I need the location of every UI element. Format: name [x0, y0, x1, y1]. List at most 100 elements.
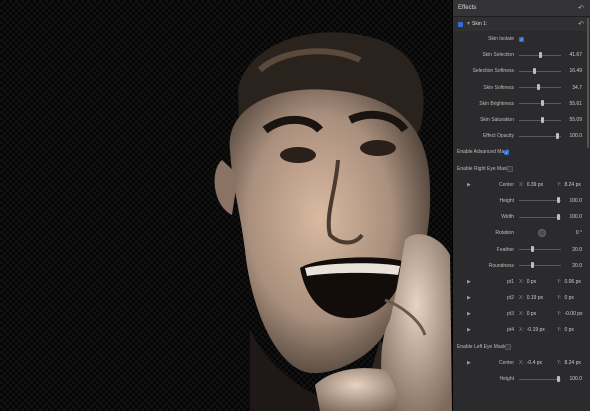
parameter-slider[interactable] — [519, 100, 561, 107]
slider-thumb[interactable] — [557, 197, 560, 204]
right-eye-feather-row: Feather 20.0 — [453, 241, 590, 257]
center-x-field[interactable]: X: -0.4 px — [519, 360, 542, 366]
slider-thumb[interactable] — [531, 262, 534, 269]
slider-label: Skin Saturation — [480, 117, 514, 124]
slider-label: Effect Opacity — [482, 133, 514, 140]
effects-inspector: Effects ↶ ▼ Skin 1: ↶ Skin Isolate ✓ Ski… — [452, 0, 590, 411]
slider-thumb[interactable] — [541, 100, 544, 107]
slider-thumb[interactable] — [556, 132, 559, 139]
skin-isolate-checkbox[interactable]: ✓ — [519, 36, 524, 42]
disclosure-triangle-icon[interactable]: ▶ — [467, 360, 471, 366]
height-label: Height — [499, 376, 514, 383]
slider-thumb[interactable] — [533, 67, 536, 74]
disclosure-triangle-icon[interactable]: ▶ — [467, 311, 471, 317]
left-eye-height-row: Height 100.0 — [453, 371, 590, 387]
point-x-field[interactable]: X: 0 px — [519, 279, 536, 285]
section-title: Skin 1: — [472, 21, 488, 27]
center-y-field[interactable]: Y: 8.24 px — [557, 360, 581, 366]
parameter-slider[interactable] — [519, 51, 561, 58]
enable-advanced-mask-row: Enable Advanced Mask ✓ — [453, 144, 590, 160]
disclosure-triangle-icon[interactable]: ▶ — [467, 182, 471, 188]
disclosure-triangle-icon[interactable]: ▶ — [467, 279, 471, 285]
slider-thumb[interactable] — [541, 116, 544, 123]
center-x-field[interactable]: X: 0.39 px — [519, 182, 543, 188]
point-y-field[interactable]: Y: -0.00 px — [557, 311, 583, 317]
video-viewer[interactable] — [0, 0, 452, 411]
feather-label: Feather — [496, 246, 514, 253]
inspector-scrollbar[interactable] — [587, 18, 589, 148]
slider-value[interactable]: 55.61 — [569, 101, 582, 107]
slider-label: Skin Brightness — [479, 100, 514, 107]
height-slider[interactable] — [519, 375, 561, 382]
enable-right-eye-mask-label: Enable Right Eye Mask — [457, 165, 509, 172]
roundness-value[interactable]: 20.0 — [572, 263, 582, 269]
parameter-slider[interactable] — [519, 84, 561, 91]
height-value[interactable]: 100.0 — [569, 376, 582, 382]
parameter-slider[interactable] — [519, 67, 561, 74]
enable-advanced-mask-label: Enable Advanced Mask — [457, 149, 510, 156]
slider-value[interactable]: 41.67 — [569, 52, 582, 58]
roundness-slider[interactable] — [519, 262, 561, 269]
center-label: Center — [498, 181, 514, 188]
feather-slider[interactable] — [519, 246, 561, 253]
point-y-field[interactable]: Y: 0 px — [557, 327, 574, 333]
reset-section-icon[interactable]: ↶ — [578, 20, 584, 28]
point-x-field[interactable]: X: 0.19 px — [519, 295, 543, 301]
slider-value[interactable]: 34.7 — [572, 85, 582, 91]
height-label: Height — [499, 197, 514, 204]
enable-left-eye-mask-label: Enable Left Eye Mask — [457, 343, 506, 350]
enable-left-eye-mask-row: Enable Left Eye Mask — [453, 339, 590, 355]
feather-value[interactable]: 20.0 — [572, 247, 582, 253]
slider-thumb[interactable] — [537, 84, 540, 91]
center-label: Center — [498, 359, 514, 366]
slider-thumb[interactable] — [531, 246, 534, 253]
skin-enable-checkbox[interactable] — [458, 21, 463, 27]
height-slider[interactable] — [519, 197, 561, 204]
enable-right-eye-mask-checkbox[interactable] — [507, 165, 513, 172]
disclosure-triangle-icon[interactable]: ▼ — [466, 21, 471, 27]
slider-thumb[interactable] — [557, 375, 560, 382]
rotation-knob[interactable] — [538, 229, 546, 238]
slider-value[interactable]: 100.0 — [569, 133, 582, 139]
slider-row: Selection Softness 16.49 — [453, 63, 590, 79]
width-label: Width — [501, 214, 514, 221]
video-frame-image — [214, 32, 452, 411]
right-eye-center-row: ▶ Center X: 0.39 px Y: 8.24 px — [453, 177, 590, 193]
right-eye-roundness-row: Roundness 20.0 — [453, 258, 590, 274]
enable-right-eye-mask-row: Enable Right Eye Mask — [453, 161, 590, 177]
point-label: pt4 — [507, 327, 514, 334]
enable-left-eye-mask-checkbox[interactable] — [505, 343, 511, 350]
disclosure-triangle-icon[interactable]: ▶ — [467, 295, 471, 301]
height-value[interactable]: 100.0 — [569, 198, 582, 204]
right-eye-rotation-row: Rotation 0 ° — [453, 225, 590, 241]
point-label: pt3 — [507, 311, 514, 318]
point-y-field[interactable]: Y: 0.06 px — [557, 279, 581, 285]
reset-effects-icon[interactable]: ↶ — [578, 4, 584, 12]
slider-label: Skin Softness — [483, 84, 514, 91]
slider-row: Skin Selection 41.67 — [453, 47, 590, 63]
slider-thumb[interactable] — [539, 51, 542, 58]
point-y-field[interactable]: Y: 0 px — [557, 295, 574, 301]
slider-thumb[interactable] — [557, 213, 560, 220]
enable-advanced-mask-checkbox[interactable]: ✓ — [504, 149, 509, 155]
rotation-label: Rotation — [495, 230, 514, 237]
point-row-pt1: ▶ pt1 X: 0 px Y: 0.06 px — [453, 274, 590, 290]
width-value[interactable]: 100.0 — [569, 214, 582, 220]
slider-label: Selection Softness — [472, 68, 514, 75]
right-eye-width-row: Width 100.0 — [453, 209, 590, 225]
point-x-field[interactable]: X: -0.19 px — [519, 327, 545, 333]
slider-row: Skin Brightness 55.61 — [453, 96, 590, 112]
width-slider[interactable] — [519, 213, 561, 220]
point-x-field[interactable]: X: 0 px — [519, 311, 536, 317]
parameter-slider[interactable] — [519, 116, 561, 123]
slider-value[interactable]: 55.09 — [569, 117, 582, 123]
skin-section-header[interactable]: ▼ Skin 1: ↶ — [453, 17, 590, 31]
center-y-field[interactable]: Y: 8.24 px — [557, 182, 581, 188]
rotation-value[interactable]: 0 ° — [576, 230, 582, 236]
disclosure-triangle-icon[interactable]: ▶ — [467, 327, 471, 333]
point-row-pt3: ▶ pt3 X: 0 px Y: -0.00 px — [453, 306, 590, 322]
parameter-slider[interactable] — [519, 132, 561, 139]
skin-isolate-label: Skin Isolate — [488, 36, 514, 43]
slider-value[interactable]: 16.49 — [569, 68, 582, 74]
roundness-label: Roundness — [488, 262, 514, 269]
